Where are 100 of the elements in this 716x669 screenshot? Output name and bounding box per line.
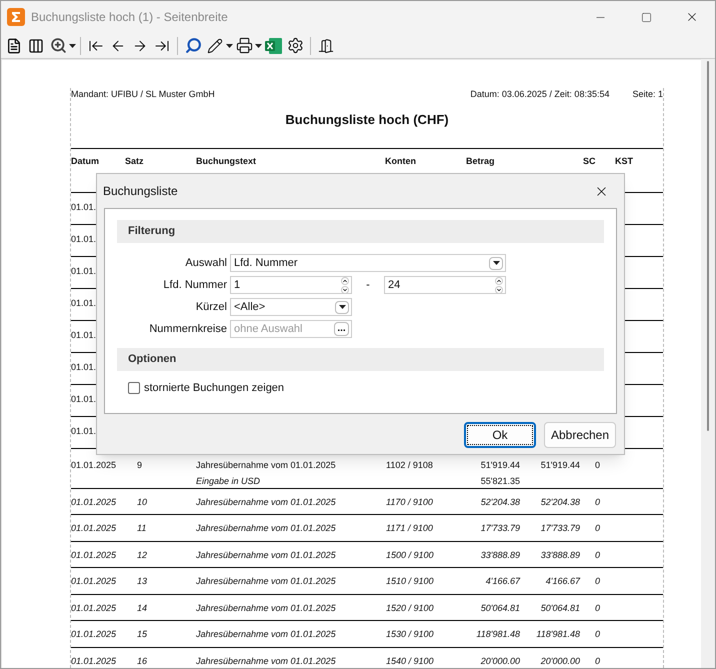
number-cell-text: 14 bbox=[136, 602, 148, 614]
dialog-button[interactable]: Ok bbox=[464, 422, 536, 448]
column-header: Betrag bbox=[466, 154, 495, 168]
maximize-icon[interactable] bbox=[640, 12, 652, 22]
app-logo-icon bbox=[7, 8, 25, 26]
field-label: Nummernkreise bbox=[148, 322, 227, 337]
accounts-cell-text: 1540 / 9100 bbox=[385, 654, 435, 668]
amount-cell-text: 52'204.38 bbox=[480, 496, 520, 508]
posting-text-cell-text: Jahresübernahme vom 01.01.2025 bbox=[196, 628, 336, 641]
field-label: Lfd. Nummer bbox=[162, 278, 227, 293]
amount-cell-text: 17'733.79 bbox=[480, 522, 520, 535]
note-text: Eingabe in USD bbox=[196, 475, 260, 488]
accounts-cell-text: 1510 / 9100 bbox=[385, 575, 435, 588]
checkbox[interactable] bbox=[128, 382, 140, 394]
section-header: Filterung bbox=[117, 220, 604, 243]
date-cell-text: 01.01.2025 bbox=[71, 496, 118, 508]
posting-text-cell-text: Jahresübernahme vom 01.01.2025 bbox=[196, 575, 336, 588]
caret-icon[interactable] bbox=[338, 305, 346, 309]
date-cell-text: 01.01. bbox=[71, 201, 96, 214]
range-separator: - bbox=[365, 278, 371, 293]
accounts-cell-text: 1102 / 9108 bbox=[385, 458, 434, 472]
amount-cell-text: 20'000.00 bbox=[480, 654, 520, 668]
date-cell-text: 01.01. bbox=[71, 233, 96, 246]
posting-text-cell-text: Jahresübernahme vom 01.01.2025 bbox=[196, 602, 336, 614]
amount-cell-text: 4'166.67 bbox=[486, 575, 520, 588]
sc-cell-text: 0 bbox=[594, 575, 600, 588]
number-cell-text: 15 bbox=[136, 628, 148, 641]
number-field[interactable]: 24 bbox=[384, 276, 506, 294]
amount-cell-text: 52'204.38 bbox=[540, 496, 580, 508]
posting-text-cell-text: Jahresübernahme vom 01.01.2025 bbox=[196, 522, 336, 535]
lookup-field[interactable]: ohne Auswahl ... bbox=[230, 320, 352, 338]
down-icon[interactable] bbox=[495, 286, 503, 294]
date-cell-text: 01.01.2025 bbox=[71, 628, 118, 641]
spin-buttons[interactable] bbox=[341, 276, 349, 294]
sc-cell-text: 0 bbox=[594, 628, 600, 641]
select-field[interactable]: Lfd. Nummer bbox=[230, 254, 506, 272]
number-cell-text: 13 bbox=[136, 575, 148, 588]
sc-cell-text: 0 bbox=[594, 654, 600, 668]
down-icon[interactable] bbox=[341, 286, 349, 294]
caret-icon[interactable] bbox=[226, 44, 233, 48]
accounts-cell-text: 1530 / 9100 bbox=[385, 628, 435, 641]
number-field[interactable]: 1 bbox=[230, 276, 352, 294]
amount-cell-text: 33'888.89 bbox=[540, 548, 580, 562]
date-cell-text: 01.01. bbox=[71, 393, 96, 406]
amount-cell-text: 33'888.89 bbox=[480, 548, 520, 562]
caret-icon[interactable] bbox=[69, 44, 76, 48]
date-time-text: Datum: 03.06.2025 / Zeit: 08:35:54 bbox=[470, 88, 610, 102]
date-cell-text: 01.01.2025 bbox=[71, 575, 118, 588]
field-label: Auswahl bbox=[184, 256, 227, 271]
date-cell-text: 01.01.2025 bbox=[71, 458, 118, 472]
accounts-cell-text: 1500 / 9100 bbox=[385, 548, 435, 562]
browse-button[interactable]: ... bbox=[334, 322, 349, 336]
spin-buttons[interactable] bbox=[495, 276, 503, 294]
date-cell-text: 01.01.2025 bbox=[71, 654, 118, 668]
caret-icon[interactable] bbox=[255, 44, 262, 48]
amount-cell-text: 51'919.44 bbox=[480, 458, 520, 472]
number-cell-text: 9 bbox=[136, 458, 144, 472]
amount-cell-text: 20'000.00 bbox=[540, 654, 580, 668]
sc-cell-text: 0 bbox=[594, 602, 600, 614]
column-header: Satz bbox=[125, 154, 144, 168]
dropdown-button[interactable] bbox=[335, 300, 349, 314]
number-cell-text: 12 bbox=[136, 548, 148, 562]
amount-cell-text: 118'981.48 bbox=[535, 628, 580, 641]
sc-cell-text: 0 bbox=[594, 522, 600, 535]
report-title: Buchungsliste hoch (CHF) bbox=[285, 111, 449, 129]
select-field[interactable]: <Alle> bbox=[230, 298, 352, 316]
date-cell-text: 01.01. bbox=[71, 361, 96, 374]
posting-text-cell-text: Jahresübernahme vom 01.01.2025 bbox=[196, 458, 336, 472]
sc-cell-text: 0 bbox=[594, 496, 600, 508]
amount-cell-text: 55'821.35 bbox=[480, 475, 520, 488]
caret-icon[interactable] bbox=[492, 261, 500, 265]
up-icon[interactable] bbox=[341, 276, 349, 284]
up-icon[interactable] bbox=[495, 276, 503, 284]
date-cell-text: 01.01.2025 bbox=[71, 548, 118, 562]
sc-cell-text: 0 bbox=[594, 548, 600, 562]
mandant-text: Mandant: UFIBU / SL Muster GmbH bbox=[71, 88, 215, 102]
number-cell-text: 16 bbox=[136, 654, 148, 668]
page-number-text: Seite: 1 bbox=[632, 88, 663, 102]
amount-cell-text: 50'064.81 bbox=[540, 602, 580, 614]
dropdown-button[interactable] bbox=[489, 256, 503, 270]
number-cell-text: 10 bbox=[136, 496, 148, 508]
dialog-title: Buchungsliste bbox=[103, 183, 178, 200]
date-cell-text: 01.01.2025 bbox=[71, 522, 118, 535]
column-header: Konten bbox=[385, 154, 416, 168]
date-cell-text: 01.01. bbox=[71, 329, 96, 342]
window-title: Buchungsliste hoch (1) - Seitenbreite bbox=[31, 9, 228, 26]
amount-cell-text: 118'981.48 bbox=[476, 628, 520, 641]
date-cell-text: 01.01.2025 bbox=[71, 602, 118, 614]
posting-text-cell-text: Jahresübernahme vom 01.01.2025 bbox=[196, 496, 336, 508]
amount-cell-text: 17'733.79 bbox=[540, 522, 580, 535]
sc-cell-text: 0 bbox=[594, 458, 600, 472]
date-cell-text: 01.01. bbox=[71, 425, 96, 438]
amount-cell-text: 50'064.81 bbox=[480, 602, 520, 614]
accounts-cell-text: 1520 / 9100 bbox=[385, 602, 435, 614]
accounts-cell-text: 1171 / 9100 bbox=[385, 522, 434, 535]
field-label: Kürzel bbox=[194, 300, 227, 315]
section-header: Optionen bbox=[117, 348, 604, 371]
dialog-button[interactable]: Abbrechen bbox=[544, 422, 616, 448]
column-header: KST bbox=[615, 154, 633, 168]
number-cell-text: 11 bbox=[136, 522, 148, 535]
